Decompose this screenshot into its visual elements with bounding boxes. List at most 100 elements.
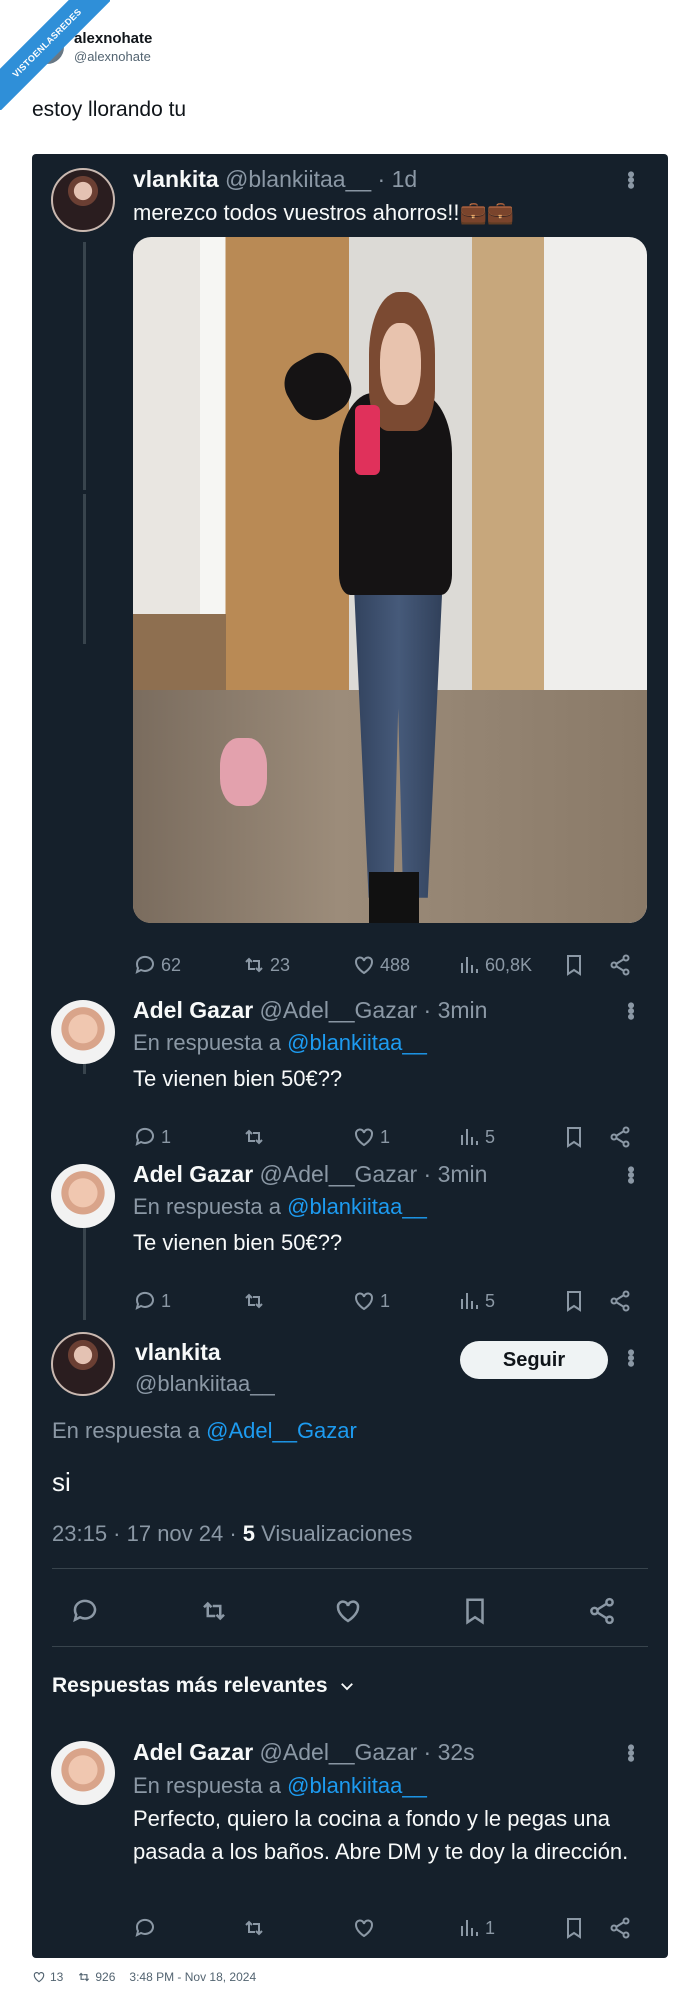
reply-icon (135, 955, 154, 974)
share-icon (590, 1597, 614, 1625)
bookmark-button[interactable] (562, 953, 586, 977)
tweet-text: Te vienen bien 50€?? (133, 1230, 343, 1255)
reply-count: 1 (161, 1126, 172, 1147)
share-icon (610, 1290, 630, 1312)
avatar[interactable] (51, 1164, 115, 1228)
tweet-actions: 62 23 488 60,8K (32, 950, 668, 980)
retweet-button[interactable] (242, 1289, 270, 1313)
tweet-actions: 1 1 5 (32, 1286, 668, 1316)
share-button[interactable] (608, 953, 632, 977)
share-button[interactable] (587, 1596, 617, 1626)
focus-author-name[interactable]: vlankita (135, 1339, 221, 1366)
avatar[interactable] (51, 1741, 115, 1805)
retweet-icon (79, 1972, 90, 1982)
reply-context: En respuesta a @blankiitaa__ (133, 1194, 427, 1220)
more-icon[interactable]: ••• (618, 170, 644, 187)
retweet-icon (245, 1293, 263, 1309)
more-icon[interactable]: ••• (618, 1348, 644, 1365)
heart-icon (355, 1919, 373, 1938)
retweet-button[interactable] (242, 1916, 270, 1940)
focus-author-handle[interactable]: @blankiitaa__ (135, 1371, 275, 1397)
mention-link[interactable]: @blankiitaa__ (287, 1194, 427, 1219)
photo-detail (353, 582, 443, 898)
retweet-icon (203, 1601, 225, 1621)
bookmark-icon (466, 1598, 484, 1625)
like-button[interactable]: 1 (352, 1125, 390, 1149)
embedded-screenshot: vlankita @blankiitaa__ · 1d ••• merezco … (32, 154, 668, 1958)
share-button[interactable] (608, 1289, 632, 1313)
reply-prefix: En respuesta a (133, 1773, 288, 1798)
outer-like-button[interactable]: 13 (32, 1970, 63, 1984)
mention-link[interactable]: @Adel__Gazar (206, 1418, 357, 1443)
like-button[interactable]: 488 (352, 953, 410, 977)
like-button[interactable] (333, 1596, 363, 1626)
reply-button[interactable] (70, 1596, 100, 1626)
retweet-count: 23 (270, 954, 291, 975)
more-icon[interactable]: ••• (618, 1165, 644, 1182)
views-count: 5 (485, 1126, 496, 1147)
reply-count: 1 (161, 1290, 172, 1311)
bookmark-button[interactable] (562, 1916, 586, 1940)
divider (52, 1568, 648, 1569)
reply-button[interactable]: 1 (133, 1289, 171, 1313)
views-button[interactable]: 5 (457, 1289, 495, 1313)
tweet-author[interactable]: vlankita @blankiitaa__ · 1d (133, 166, 417, 193)
like-button[interactable] (352, 1916, 380, 1940)
outer-retweet-button[interactable]: 926 (77, 1970, 115, 1984)
avatar[interactable] (51, 1332, 115, 1396)
bookmark-button[interactable] (562, 1125, 586, 1149)
mention-link[interactable]: @blankiitaa__ (287, 1030, 427, 1055)
avatar[interactable] (51, 1000, 115, 1064)
bookmark-icon (567, 955, 581, 976)
heart-icon (355, 956, 373, 975)
tweet-author[interactable]: Adel Gazar @Adel__Gazar · 3min (133, 1161, 487, 1188)
photo-figure (275, 291, 493, 923)
heart-icon (355, 1128, 373, 1147)
timestamp[interactable]: 23:15 · 17 nov 24 · (52, 1521, 243, 1546)
bookmark-button[interactable] (460, 1596, 490, 1626)
reply-context: En respuesta a @blankiitaa__ (133, 1030, 427, 1056)
author-name: Adel Gazar (133, 1739, 254, 1765)
views-button[interactable]: 60,8K (457, 953, 532, 977)
bookmark-icon (567, 1127, 581, 1148)
like-count: 488 (380, 954, 411, 975)
divider (52, 1646, 648, 1647)
reply-prefix: En respuesta a (52, 1418, 207, 1443)
replies-sort-dropdown[interactable]: Respuestas más relevantes (52, 1674, 356, 1698)
author-meta: @blankiitaa__ · 1d (225, 166, 418, 192)
more-icon[interactable]: ••• (618, 1001, 644, 1018)
focus-tweet-meta: 23:15 · 17 nov 24 · 5 Visualizaciones (52, 1521, 412, 1547)
tweet-actions: 1 (32, 1913, 668, 1943)
author-meta: @Adel__Gazar · 3min (259, 1161, 488, 1187)
reply-icon (135, 1918, 154, 1937)
share-icon (610, 1126, 630, 1148)
more-icon[interactable]: ••• (618, 1743, 644, 1760)
reply-button[interactable]: 62 (133, 953, 181, 977)
bookmark-button[interactable] (562, 1289, 586, 1313)
retweet-count: 926 (95, 1970, 116, 1984)
views-button[interactable]: 5 (457, 1125, 495, 1149)
views-icon (461, 1293, 478, 1309)
share-button[interactable] (608, 1916, 632, 1940)
tweet-photo[interactable] (133, 237, 647, 923)
retweet-button[interactable] (242, 1125, 270, 1149)
tweet-text: merezco todos vuestros ahorros!!💼💼 (133, 200, 515, 225)
author-meta: @Adel__Gazar · 32s (259, 1739, 475, 1765)
reply-button[interactable] (133, 1916, 161, 1940)
avatar[interactable] (51, 168, 115, 232)
views-button[interactable]: 1 (457, 1916, 495, 1940)
tweet-author[interactable]: Adel Gazar @Adel__Gazar · 3min (133, 997, 487, 1024)
outer-timestamp[interactable]: 3:48 PM - Nov 18, 2024 (129, 1970, 256, 1984)
outer-tweet-footer: 13 926 3:48 PM - Nov 18, 2024 (32, 1970, 256, 1984)
views-count: 5 (485, 1290, 496, 1311)
tweet-author[interactable]: Adel Gazar @Adel__Gazar · 32s (133, 1739, 475, 1766)
author-name: Adel Gazar (133, 997, 254, 1023)
retweet-button[interactable] (199, 1596, 229, 1626)
author-name: vlankita (133, 166, 219, 192)
like-button[interactable]: 1 (352, 1289, 390, 1313)
reply-button[interactable]: 1 (133, 1125, 171, 1149)
follow-button[interactable]: Seguir (460, 1341, 608, 1379)
share-button[interactable] (608, 1125, 632, 1149)
mention-link[interactable]: @blankiitaa__ (287, 1773, 427, 1798)
retweet-button[interactable]: 23 (242, 953, 290, 977)
